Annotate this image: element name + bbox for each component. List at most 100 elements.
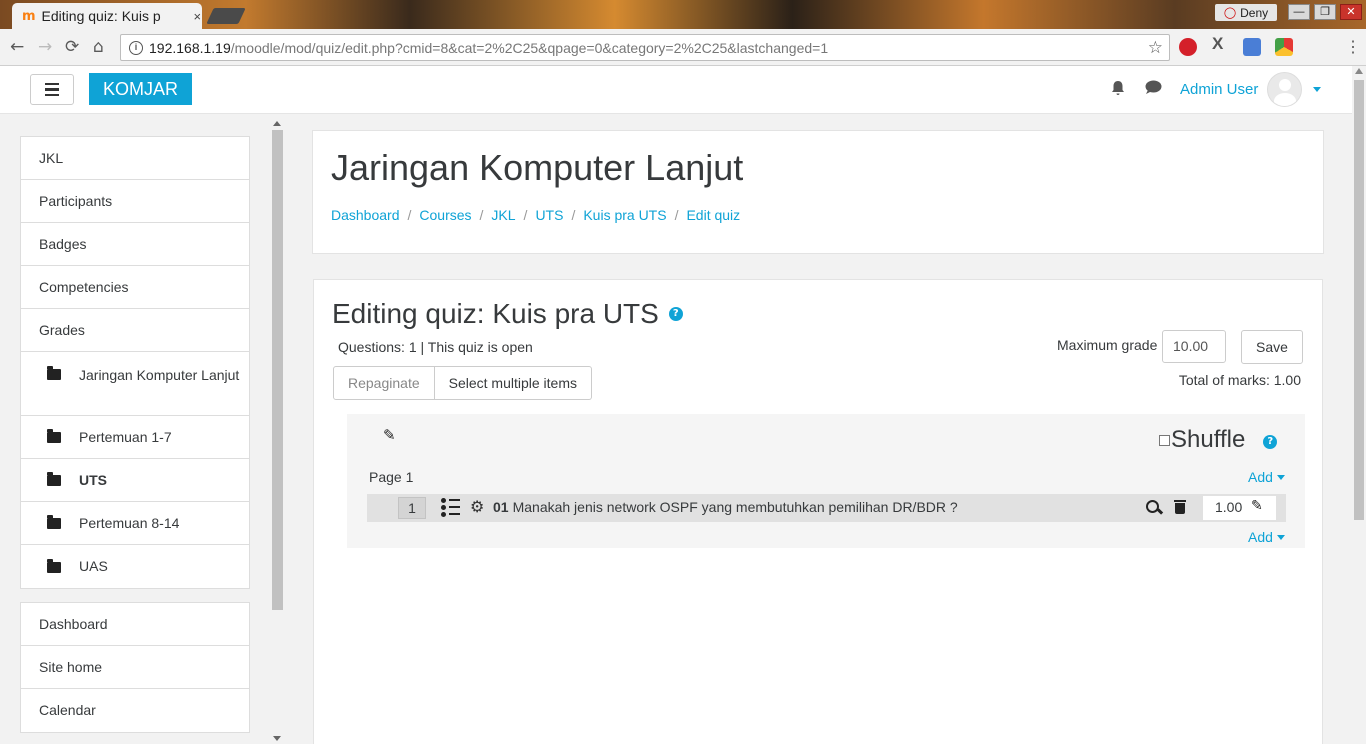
total-marks: Total of marks: 1.00 — [1178, 372, 1301, 388]
nav-item-section-uas[interactable]: UAS — [21, 545, 249, 588]
nav-item-grades[interactable]: Grades — [21, 309, 249, 352]
quiz-section: ✎ Shuffle ? Page 1 Add 1 ⚙ 01 Manakah jen… — [347, 414, 1305, 548]
add-menu-link[interactable]: Add — [1248, 529, 1285, 545]
nav-item-label: Grades — [39, 321, 85, 338]
page-scrollbar-thumb[interactable] — [1354, 80, 1364, 520]
folder-icon — [47, 366, 61, 380]
user-menu-caret-icon[interactable] — [1313, 87, 1321, 92]
nav-item-label: Participants — [39, 192, 113, 209]
breadcrumb-dashboard[interactable]: Dashboard — [331, 207, 400, 223]
profile-name: Deny — [1240, 5, 1269, 20]
drawer-scrollbar-thumb[interactable] — [272, 130, 283, 610]
nav-item-label: Competencies — [39, 278, 129, 295]
nav-item-site-home[interactable]: Site home — [21, 646, 249, 689]
reload-icon[interactable]: ⟳ — [65, 37, 79, 57]
nav-item-dashboard[interactable]: Dashboard — [21, 603, 249, 646]
breadcrumb-quiz[interactable]: Kuis pra UTS — [583, 207, 666, 223]
question-name: 01 — [493, 499, 509, 515]
extension-drive-icon[interactable] — [1275, 38, 1293, 56]
breadcrumb: Dashboard / Courses / JKL / UTS / Kuis p… — [331, 207, 740, 223]
folder-icon — [47, 472, 61, 486]
browser-profile-button[interactable]: ◯ Deny — [1215, 4, 1277, 21]
moodle-favicon-icon: m — [22, 8, 36, 24]
breadcrumb-jkl[interactable]: JKL — [491, 207, 515, 223]
nav-item-section-pertemuan-1-7[interactable]: Pertemuan 1-7 — [21, 416, 249, 459]
help-icon[interactable]: ? — [668, 307, 683, 321]
quiz-edit-region: Editing quiz: Kuis pra UTS ? Questions: … — [313, 279, 1323, 744]
tab-close-icon[interactable]: × — [194, 9, 202, 24]
preview-magnifier-icon[interactable] — [1145, 499, 1163, 517]
question-link[interactable]: 01 Manakah jenis network OSPF yang membut… — [493, 499, 958, 515]
scroll-down-icon[interactable] — [273, 736, 281, 741]
edit-mark-pencil-icon[interactable]: ✎ — [1251, 498, 1263, 514]
new-tab-button[interactable] — [206, 8, 246, 24]
bookmark-star-icon[interactable]: ☆ — [1148, 38, 1163, 58]
scroll-up-icon[interactable] — [1355, 68, 1363, 74]
url-path: /moodle/mod/quiz/edit.php?cmid=8&cat=2%2… — [230, 39, 829, 56]
help-icon[interactable]: ? — [1263, 435, 1278, 449]
window-minimize-button[interactable]: — — [1288, 4, 1310, 20]
back-icon[interactable]: ← — [10, 37, 24, 57]
home-icon[interactable]: ⌂ — [93, 37, 104, 57]
slot-number: 1 — [398, 497, 426, 519]
nav-item-calendar[interactable]: Calendar — [21, 689, 249, 732]
question-mark: 1.00 ✎ — [1203, 496, 1276, 520]
site-brand[interactable]: KOMJAR — [89, 73, 193, 105]
page-scrollbar[interactable] — [1352, 66, 1366, 744]
breadcrumb-separator: / — [571, 207, 576, 223]
nav-item-label: Calendar — [39, 702, 96, 718]
site-info-icon[interactable]: i — [129, 40, 143, 55]
breadcrumb-courses[interactable]: Courses — [419, 207, 471, 223]
extension-x-icon[interactable]: X — [1212, 34, 1230, 53]
browser-tab[interactable]: m Editing quiz: Kuis p × — [12, 3, 202, 29]
nav-item-section-uts[interactable]: UTS — [21, 459, 249, 502]
browser-menu-icon[interactable]: ⋮ — [1345, 37, 1361, 57]
save-button[interactable]: Save — [1241, 330, 1303, 364]
question-slot: 1 ⚙ 01 Manakah jenis network OSPF yang me… — [367, 494, 1286, 522]
add-label: Add — [1248, 529, 1273, 545]
nav-item-badges[interactable]: Badges — [21, 223, 249, 266]
max-grade-input[interactable]: 10.00 — [1162, 330, 1226, 363]
address-bar[interactable]: i 192.168.1.19/moodle/mod/quiz/edit.php?… — [120, 34, 1170, 61]
breadcrumb-separator: / — [407, 207, 412, 223]
extension-adblock-icon[interactable] — [1179, 38, 1197, 56]
user-menu-name[interactable]: Admin User — [1180, 81, 1258, 98]
breadcrumb-uts[interactable]: UTS — [535, 207, 563, 223]
nav-item-label: JKL — [39, 149, 64, 166]
window-restore-button[interactable]: ❐ — [1314, 4, 1336, 20]
section-edit-pencil-icon[interactable]: ✎ — [383, 426, 396, 444]
select-multiple-button[interactable]: Select multiple items — [434, 366, 593, 400]
breadcrumb-edit-quiz[interactable]: Edit quiz — [686, 207, 740, 223]
page-header: Jaringan Komputer Lanjut Dashboard / Cou… — [312, 130, 1324, 254]
nav-item-section-general[interactable]: Jaringan Komputer Lanjut — [21, 352, 249, 416]
breadcrumb-separator: / — [479, 207, 484, 223]
nav-item-label: UTS — [79, 471, 107, 488]
folder-icon — [47, 558, 61, 573]
nav-item-competencies[interactable]: Competencies — [21, 266, 249, 309]
tab-title: Editing quiz: Kuis p — [41, 8, 161, 24]
nav-item-label: Badges — [39, 235, 87, 252]
user-avatar[interactable] — [1267, 72, 1302, 107]
edit-question-gear-icon[interactable]: ⚙ — [470, 497, 484, 516]
drawer-scrollbar[interactable] — [271, 120, 284, 744]
browser-toolbar: ← → ⟳ ⌂ i 192.168.1.19/moodle/mod/quiz/e… — [0, 29, 1366, 66]
nav-item-label: Pertemuan 1-7 — [79, 428, 172, 445]
repaginate-button[interactable]: Repaginate — [333, 366, 435, 400]
nav-item-label: Dashboard — [39, 615, 108, 632]
notifications-bell-icon[interactable] — [1110, 80, 1126, 101]
delete-trash-icon[interactable] — [1174, 500, 1186, 514]
window-close-button[interactable]: ✕ — [1340, 4, 1362, 20]
nav-item-participants[interactable]: Participants — [21, 180, 249, 223]
forward-icon[interactable]: → — [38, 37, 52, 57]
nav-item-section-pertemuan-8-14[interactable]: Pertemuan 8-14 — [21, 502, 249, 545]
caret-down-icon — [1276, 534, 1285, 540]
drawer-toggle-button[interactable] — [30, 74, 74, 105]
extension-translate-icon[interactable] — [1243, 38, 1261, 56]
nav-item-label: Jaringan Komputer Lanjut — [79, 367, 240, 383]
messages-chat-icon[interactable] — [1145, 80, 1162, 100]
nav-item-jkl[interactable]: JKL — [21, 137, 249, 180]
quiz-heading: Editing quiz: Kuis pra UTS ? — [332, 298, 683, 330]
scroll-up-icon[interactable] — [273, 121, 281, 126]
add-menu-link[interactable]: Add — [1248, 469, 1285, 485]
shuffle-checkbox[interactable] — [1159, 434, 1170, 446]
